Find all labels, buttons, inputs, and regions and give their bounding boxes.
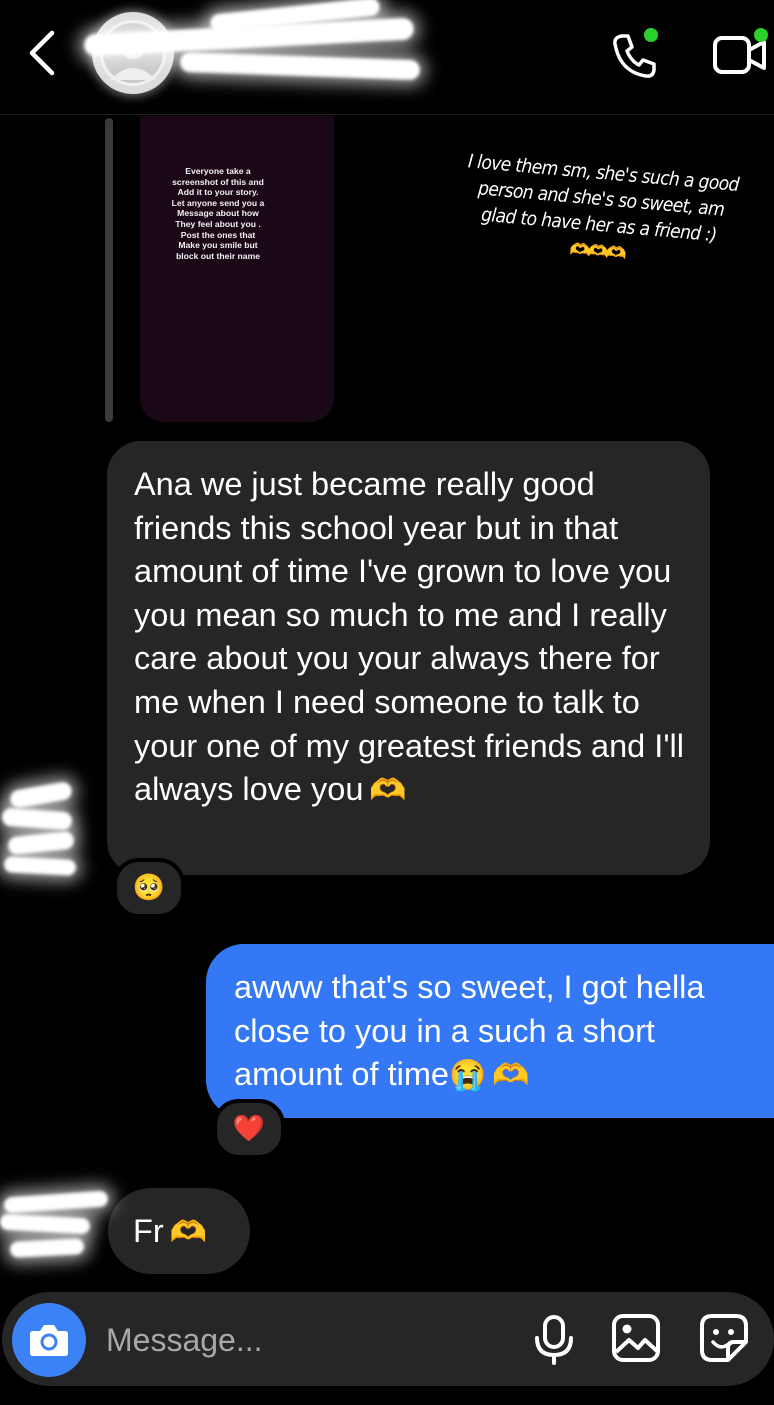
- story-text: Everyone take a screenshot of this and A…: [171, 166, 265, 261]
- active-status-dot: [754, 28, 768, 42]
- story-preview[interactable]: [140, 116, 334, 422]
- message-reaction[interactable]: 🥺: [113, 858, 185, 918]
- camera-icon: [30, 1325, 68, 1356]
- pleading-face-emoji: 🥺: [132, 873, 166, 903]
- redaction-mark: [3, 856, 77, 876]
- redaction-mark: [7, 830, 75, 856]
- heart-hands-emoji: 🫶: [369, 774, 406, 808]
- video-call-button[interactable]: [712, 28, 768, 80]
- heart-hands-emoji: 🫶: [169, 1216, 207, 1249]
- message-text: Ana we just became really good friends t…: [134, 466, 684, 808]
- redaction-mark: [9, 1238, 85, 1258]
- sticker-button[interactable]: [698, 1312, 750, 1364]
- redaction-mark: [0, 1213, 91, 1235]
- heart-hands-emoji: 🫶🫶🫶: [568, 239, 625, 265]
- story-caption: I love them sm, she's such a good person…: [456, 148, 744, 277]
- image-icon: [612, 1314, 660, 1362]
- incoming-message[interactable]: Fr 🫶: [108, 1188, 250, 1274]
- microphone-icon: [535, 1315, 573, 1365]
- audio-call-button[interactable]: [608, 28, 660, 82]
- incoming-message[interactable]: Ana we just became really good friends t…: [107, 441, 710, 875]
- message-text: Fr: [133, 1213, 164, 1249]
- message-input[interactable]: [106, 1318, 486, 1362]
- red-heart-emoji: ❤️: [232, 1114, 266, 1144]
- gallery-button[interactable]: [610, 1312, 662, 1364]
- heart-hands-emoji: 🫶: [492, 1059, 529, 1093]
- redacted-sender-avatar: [8, 780, 74, 810]
- message-reaction[interactable]: ❤️: [213, 1099, 285, 1159]
- redacted-sender-avatar: [3, 1190, 109, 1214]
- back-button[interactable]: [18, 30, 64, 76]
- chevron-left-icon: [29, 30, 55, 76]
- story-caption-text: I love them sm, she's such a good person…: [467, 150, 740, 247]
- reply-indicator-bar: [105, 118, 113, 422]
- camera-button[interactable]: [12, 1303, 86, 1377]
- loudly-crying-emoji: 😭: [448, 1059, 487, 1093]
- voice-message-button[interactable]: [528, 1314, 580, 1366]
- sticker-icon: [700, 1314, 748, 1362]
- active-status-dot: [644, 28, 658, 42]
- outgoing-message[interactable]: awww that's so sweet, I got hella close …: [206, 944, 774, 1118]
- redaction-mark: [1, 807, 73, 831]
